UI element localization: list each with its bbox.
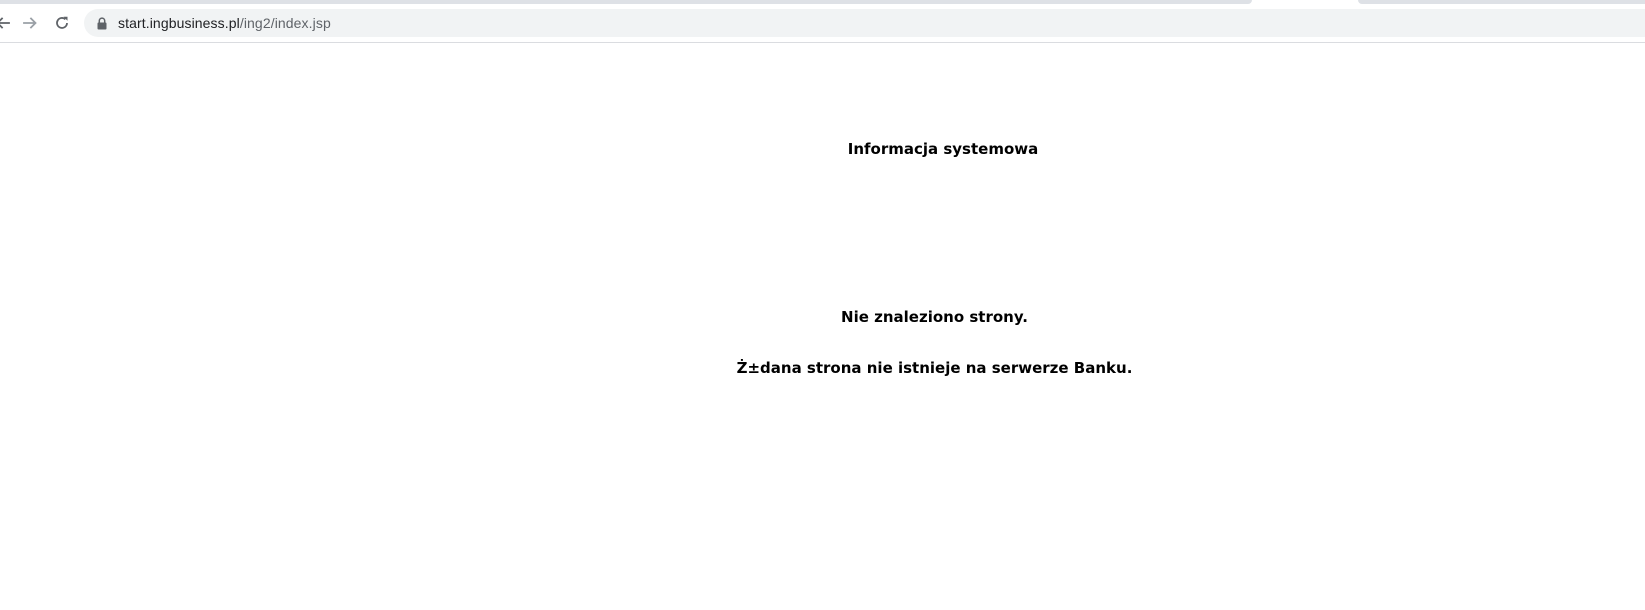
url-text[interactable]: start.ingbusiness.pl/ing2/index.jsp <box>118 15 331 31</box>
arrow-left-icon <box>0 17 10 29</box>
error-message: Nie znaleziono strony. <box>841 308 1028 326</box>
error-detail: Ż±dana strona nie istnieje na serwerze B… <box>736 359 1133 377</box>
page-title: Informacja systemowa <box>847 140 1039 158</box>
tab-strip <box>1358 0 1645 4</box>
back-button[interactable] <box>0 10 16 36</box>
lock-icon[interactable] <box>96 16 108 30</box>
url-host: start.ingbusiness.pl <box>118 15 240 31</box>
arrow-right-icon <box>23 17 37 29</box>
tab-strip <box>0 0 1252 4</box>
url-path: /ing2/index.jsp <box>239 15 331 31</box>
forward-button[interactable] <box>17 10 43 36</box>
browser-toolbar: start.ingbusiness.pl/ing2/index.jsp <box>0 0 1645 43</box>
page-content: Informacja systemowa Nie znaleziono stro… <box>0 43 1645 610</box>
reload-button[interactable] <box>49 10 75 36</box>
address-bar[interactable]: start.ingbusiness.pl/ing2/index.jsp <box>84 9 1645 37</box>
reload-icon <box>56 16 68 29</box>
